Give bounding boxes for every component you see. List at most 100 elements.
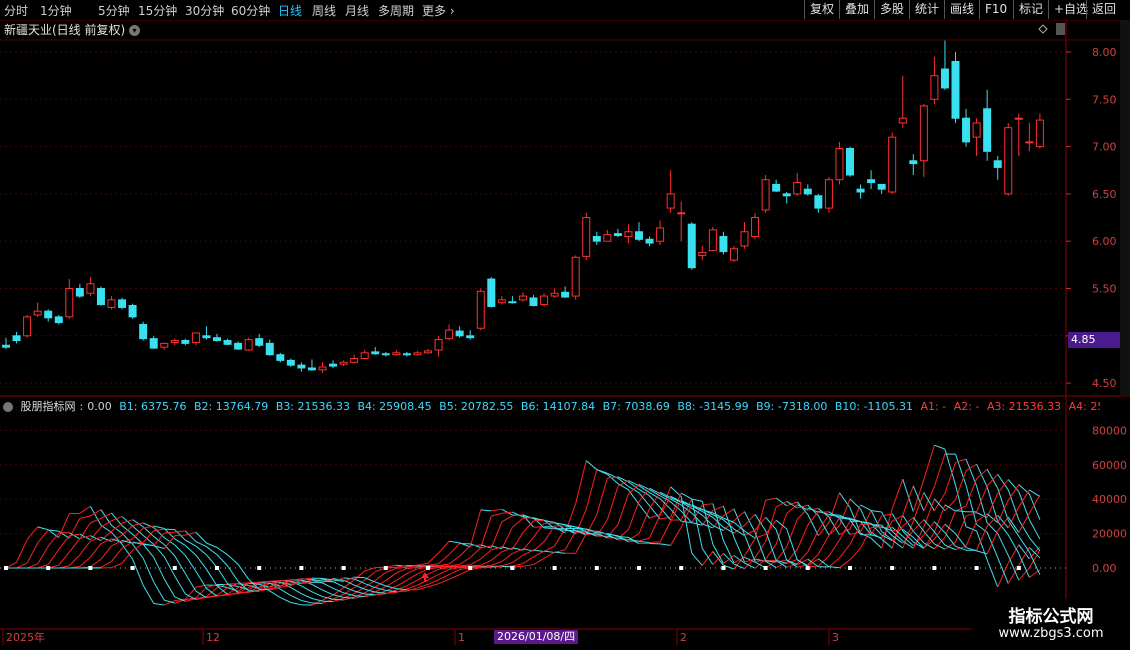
mark-button[interactable]: 标记	[1013, 0, 1048, 19]
ribbon-segment	[448, 574, 460, 580]
ribbon-segment	[533, 549, 545, 553]
tab-1min[interactable]: 1分钟	[40, 2, 72, 19]
candle	[381, 351, 390, 357]
tab-30min[interactable]: 30分钟	[185, 2, 224, 19]
ribbon-segment	[16, 539, 28, 563]
zero-marker	[805, 566, 810, 570]
ribbon-segment	[280, 588, 292, 597]
candle-body	[677, 212, 686, 215]
tab-5min[interactable]: 5分钟	[98, 2, 130, 19]
ribbon-segment	[744, 534, 756, 562]
candle-body	[139, 323, 148, 340]
ribbon-segment	[870, 510, 883, 532]
tab-intraday[interactable]: 分时	[4, 2, 28, 19]
ribbon-segment	[427, 552, 439, 564]
ribbon-segment	[311, 583, 323, 591]
candle-body	[360, 352, 369, 360]
candle	[286, 358, 295, 368]
adjust-button[interactable]: 复权	[804, 0, 839, 19]
ribbon-segment	[58, 551, 70, 566]
ribbon-segment	[111, 512, 123, 527]
candle	[561, 286, 570, 298]
ribbon-segment	[47, 549, 60, 565]
ribbon-segment	[459, 569, 471, 576]
price-tick-label: 4.50	[1092, 377, 1117, 390]
tab-60min[interactable]: 60分钟	[231, 2, 270, 19]
candle	[191, 332, 200, 346]
candle-body	[814, 195, 823, 209]
ribbon-segment	[121, 519, 133, 524]
f10-button[interactable]: F10	[979, 0, 1012, 19]
ribbon-segment	[438, 554, 450, 565]
ribbon-segment	[406, 573, 418, 581]
tab-15min[interactable]: 15分钟	[138, 2, 177, 19]
time-label: 2025年	[6, 630, 45, 644]
candle	[23, 314, 32, 338]
candle-body	[191, 332, 200, 343]
multi-stock-button[interactable]: 多股	[874, 0, 909, 19]
candle	[160, 342, 169, 350]
candle	[307, 359, 316, 371]
candle-body	[413, 352, 422, 356]
indicator-ribbons	[5, 444, 1041, 606]
candle	[33, 302, 42, 317]
ribbon-segment	[184, 555, 197, 572]
ribbon-segment	[522, 549, 534, 556]
ribbon-segment	[796, 507, 809, 520]
candle-body	[392, 352, 401, 356]
candle	[877, 183, 886, 194]
kline-chart[interactable]: 8.007.507.006.506.005.505.004.50 8000060…	[0, 20, 1130, 650]
ribbon-segment	[269, 590, 281, 598]
candle-body	[329, 363, 338, 367]
zero-marker	[890, 566, 895, 570]
back-button[interactable]: 返回	[1086, 0, 1121, 19]
candle-body	[930, 75, 939, 100]
candle-body	[846, 147, 854, 176]
ribbon-segment	[522, 536, 534, 551]
draw-line-button[interactable]: 画线	[944, 0, 979, 19]
tab-weekly[interactable]: 周线	[312, 2, 336, 19]
ribbon-segment	[955, 515, 967, 543]
stats-button[interactable]: 统计	[909, 0, 944, 19]
watermark: 指标公式网 www.zbgs3.com	[972, 599, 1130, 647]
candle-body	[128, 305, 137, 318]
ribbon-segment	[533, 541, 545, 552]
ribbon-segment	[290, 595, 302, 601]
ribbon-segment	[322, 582, 334, 589]
indicator-name[interactable]: 股朋指标网	[21, 400, 76, 412]
chart-decorations	[4, 20, 1130, 582]
candle-body	[255, 338, 264, 346]
ribbon-segment	[163, 578, 176, 598]
ribbon-segment	[216, 554, 228, 567]
candle-body	[582, 217, 591, 257]
ribbon-segment	[892, 528, 903, 532]
overlay-button[interactable]: 叠加	[839, 0, 874, 19]
ribbon-segment	[480, 559, 492, 566]
ribbon-segment	[501, 527, 513, 549]
ribbon-segment	[353, 584, 365, 590]
tab-monthly[interactable]: 月线	[345, 2, 369, 19]
candle-body	[888, 136, 897, 193]
zero-marker	[4, 566, 8, 570]
candle	[476, 288, 485, 331]
candle	[445, 324, 454, 341]
ribbon-segment	[575, 460, 587, 504]
ribbon-segment	[733, 537, 745, 563]
candle-body	[518, 295, 527, 301]
ribbon-segment	[68, 538, 81, 553]
tab-daily[interactable]: 日线	[278, 2, 302, 19]
candle	[635, 222, 643, 242]
ribbon-segment	[1028, 519, 1041, 540]
zero-marker	[299, 566, 304, 570]
cursor-date-tag: 2026/01/08/四	[494, 630, 579, 644]
zero-marker	[46, 566, 51, 570]
candle-body	[33, 310, 42, 316]
indicator-param: A2: -	[953, 400, 980, 412]
indicator-param: B3: 21536.33	[275, 400, 350, 412]
tab-multi-period[interactable]: 多周期	[378, 2, 414, 19]
ribbon-segment	[26, 563, 38, 569]
settings-icon[interactable]	[3, 402, 13, 412]
ribbon-segment	[185, 545, 197, 556]
candle-body	[96, 288, 105, 306]
tab-more[interactable]: 更多 ›	[422, 2, 455, 19]
